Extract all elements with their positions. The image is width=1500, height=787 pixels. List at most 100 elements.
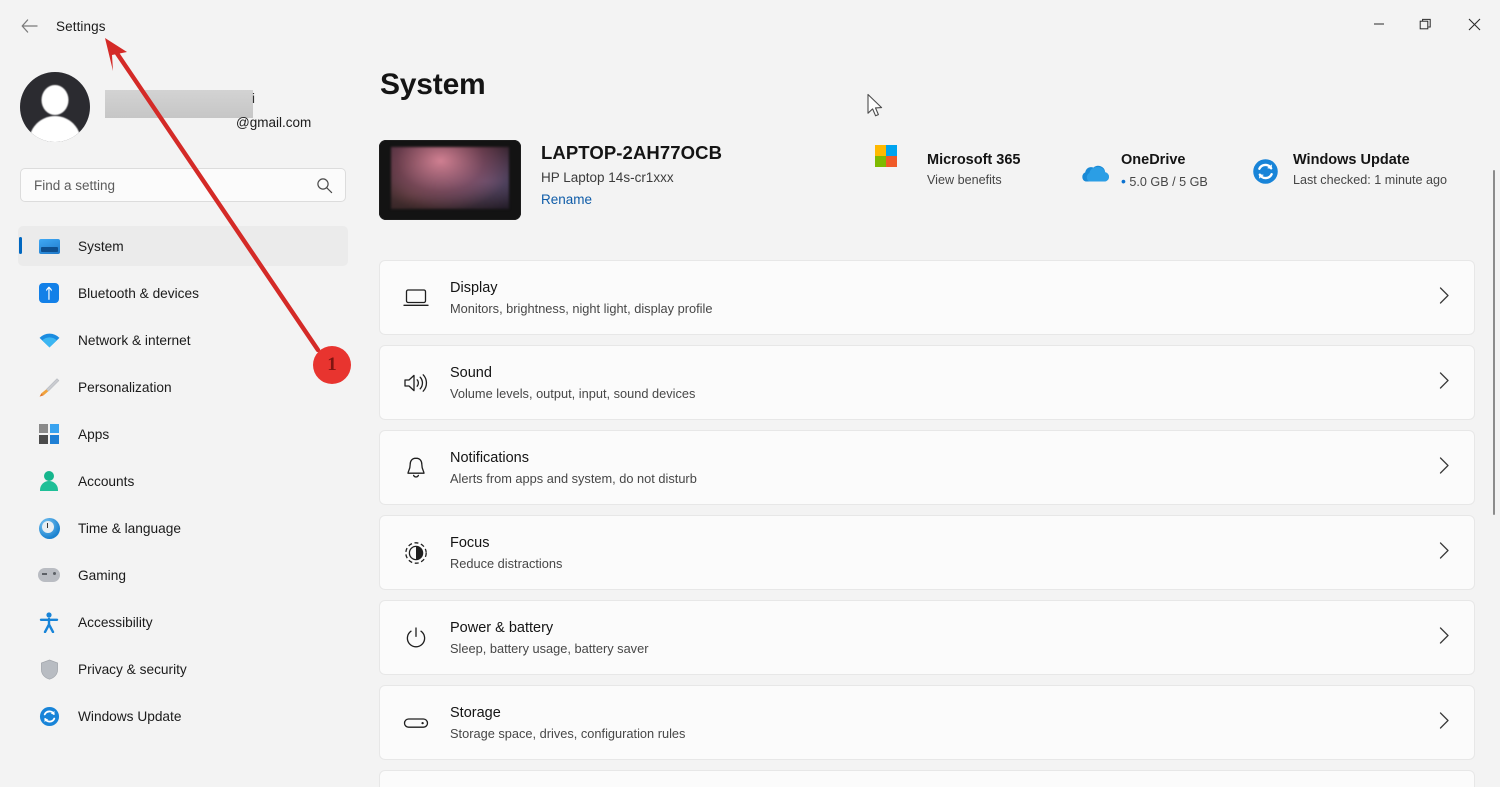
card-subtitle: Monitors, brightness, night light, displ…	[450, 300, 713, 316]
sidebar-item-system[interactable]: System	[18, 226, 348, 266]
update-refresh-icon	[1252, 156, 1282, 186]
update-refresh-icon	[38, 705, 60, 727]
widget-title: OneDrive	[1121, 152, 1186, 168]
chevron-right-icon	[1439, 626, 1450, 649]
scrollbar-thumb[interactable]	[1492, 170, 1495, 515]
accessibility-icon	[38, 611, 60, 633]
drive-icon	[402, 709, 430, 737]
minimize-icon	[1374, 23, 1384, 25]
card-subtitle: Alerts from apps and system, do not dist…	[450, 470, 697, 486]
system-icon	[38, 235, 60, 257]
monitor-icon	[402, 284, 430, 312]
sidebar-item-label: Time & language	[78, 520, 181, 536]
page-title: System	[380, 68, 486, 101]
back-arrow-icon	[21, 19, 38, 33]
close-button[interactable]	[1448, 0, 1500, 48]
card-title: Focus	[450, 534, 490, 551]
sidebar-item-label: Windows Update	[78, 708, 182, 724]
sidebar-item-accessibility[interactable]: Accessibility	[18, 602, 348, 642]
sidebar-item-label: System	[78, 238, 124, 254]
chevron-right-icon	[1439, 456, 1450, 479]
bell-icon	[402, 454, 430, 482]
sidebar-item-bluetooth-devices[interactable]: ᛏ Bluetooth & devices	[18, 273, 348, 313]
settings-card-list: Display Monitors, brightness, night ligh…	[379, 260, 1475, 787]
sidebar-item-network-internet[interactable]: Network & internet	[18, 320, 348, 360]
annotation-badge: 1	[313, 346, 351, 384]
status-widgets: Microsoft 365 View benefits OneDrive • 5…	[875, 145, 1500, 189]
widget-onedrive[interactable]: OneDrive • 5.0 GB / 5 GB	[1080, 152, 1252, 189]
person-icon	[38, 470, 60, 492]
card-title: Notifications	[450, 449, 529, 466]
wifi-icon	[38, 329, 60, 351]
minimize-button[interactable]	[1356, 0, 1402, 48]
sidebar-item-time-language[interactable]: Time & language	[18, 508, 348, 548]
sidebar-item-label: Personalization	[78, 379, 172, 395]
chevron-right-icon	[1439, 371, 1450, 394]
selection-indicator	[19, 237, 22, 254]
sidebar-item-accounts[interactable]: Accounts	[18, 461, 348, 501]
shield-icon	[38, 658, 60, 680]
sidebar-item-label: Bluetooth & devices	[78, 285, 199, 301]
microsoft-logo-icon	[875, 145, 916, 186]
rename-link[interactable]: Rename	[541, 192, 722, 207]
search-placeholder: Find a setting	[34, 177, 116, 193]
sidebar-item-apps[interactable]: Apps	[18, 414, 348, 454]
sidebar-item-label: Network & internet	[78, 332, 191, 348]
card-subtitle: Sleep, battery usage, battery saver	[450, 640, 649, 656]
sidebar-item-gaming[interactable]: Gaming	[18, 555, 348, 595]
mouse-cursor	[867, 93, 883, 117]
device-name: LAPTOP-2AH77OCB	[541, 142, 723, 163]
focus-moon-icon	[402, 539, 430, 567]
card-title: Power & battery	[450, 619, 554, 636]
apps-grid-icon	[38, 423, 60, 445]
window-controls	[1356, 0, 1500, 48]
sidebar-item-personalization[interactable]: Personalization	[18, 367, 348, 407]
sidebar-item-label: Accounts	[78, 473, 135, 489]
clock-globe-icon	[38, 517, 60, 539]
settings-card-next-partial[interactable]	[379, 770, 1475, 787]
settings-card-storage[interactable]: Storage Storage space, drives, configura…	[379, 685, 1475, 760]
sidebar-item-label: Privacy & security	[78, 661, 187, 677]
settings-window: Settings i @gmail.com Find a setting Sys…	[0, 0, 1500, 787]
search-icon	[316, 177, 333, 199]
user-avatar-icon	[20, 72, 90, 142]
account-email: @gmail.com	[236, 115, 312, 130]
restore-icon	[1419, 18, 1431, 29]
title-bar: Settings	[0, 0, 1500, 48]
sidebar-nav: System ᛏ Bluetooth & devices Network & i…	[18, 226, 348, 743]
chevron-right-icon	[1439, 286, 1450, 309]
settings-card-sound[interactable]: Sound Volume levels, output, input, soun…	[379, 345, 1475, 420]
main-content: System LAPTOP-2AH77OCB HP Laptop 14s-cr1…	[366, 48, 1500, 787]
account-name-redacted	[105, 90, 253, 118]
card-subtitle: Reduce distractions	[450, 555, 563, 571]
sidebar-item-label: Gaming	[78, 567, 126, 583]
chevron-right-icon	[1439, 711, 1450, 734]
device-model: HP Laptop 14s-cr1xxx	[541, 170, 674, 185]
maximize-button[interactable]	[1402, 0, 1448, 48]
settings-card-notifications[interactable]: Notifications Alerts from apps and syste…	[379, 430, 1475, 505]
onedrive-cloud-icon	[1080, 156, 1110, 186]
widget-title: Windows Update	[1293, 152, 1410, 168]
sidebar-item-privacy-security[interactable]: Privacy & security	[18, 649, 348, 689]
back-button[interactable]	[12, 12, 46, 40]
gamepad-icon	[38, 564, 60, 586]
laptop-thumbnail	[379, 140, 521, 220]
speaker-icon	[402, 369, 430, 397]
settings-card-focus[interactable]: Focus Reduce distractions	[379, 515, 1475, 590]
widget-subtitle: Last checked: 1 minute ago	[1293, 173, 1448, 187]
power-icon	[402, 624, 430, 652]
widget-title: Microsoft 365	[927, 152, 1021, 168]
widget-windows-update[interactable]: Windows Update Last checked: 1 minute ag…	[1252, 152, 1500, 189]
settings-card-display[interactable]: Display Monitors, brightness, night ligh…	[379, 260, 1475, 335]
sidebar-item-windows-update[interactable]: Windows Update	[18, 696, 348, 736]
account-header[interactable]: i @gmail.com	[20, 68, 350, 142]
card-subtitle: Storage space, drives, configuration rul…	[450, 725, 686, 741]
chevron-right-icon	[1439, 541, 1450, 564]
search-box[interactable]: Find a setting	[20, 168, 346, 202]
settings-card-power-battery[interactable]: Power & battery Sleep, battery usage, ba…	[379, 600, 1475, 675]
sidebar: i @gmail.com Find a setting System ᛏ Blu…	[0, 48, 366, 787]
scrollbar[interactable]	[1486, 96, 1500, 787]
card-title: Display	[450, 279, 498, 296]
card-title: Sound	[450, 364, 492, 381]
widget-microsoft-365[interactable]: Microsoft 365 View benefits	[875, 145, 1080, 189]
